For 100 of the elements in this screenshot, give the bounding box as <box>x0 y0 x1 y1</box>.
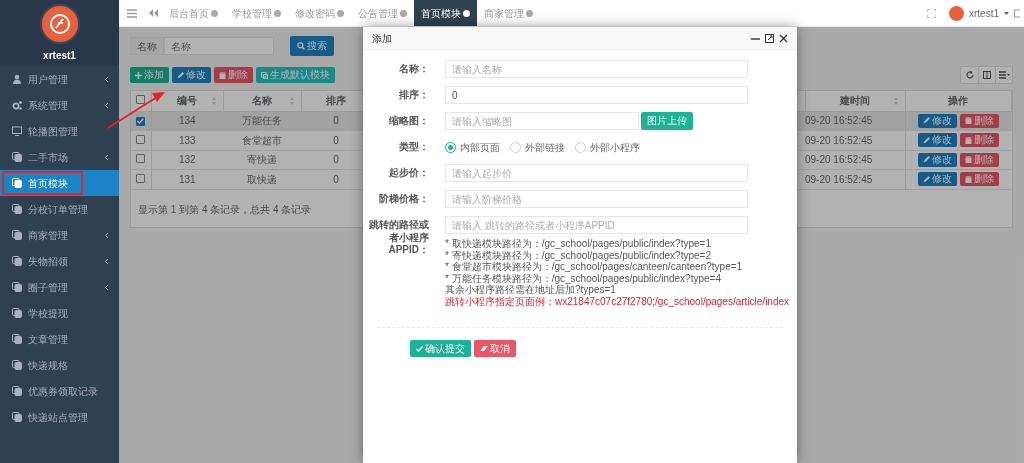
cancel-button[interactable]: 取消 <box>474 340 516 357</box>
search-button[interactable]: 搜索 <box>290 36 334 56</box>
sidebar-item[interactable]: 首页模块 <box>0 170 119 196</box>
sidebar-item[interactable]: 商家管理 <box>0 222 119 248</box>
page-tab[interactable]: 首页模块 <box>414 0 477 26</box>
copy-icon <box>12 282 22 292</box>
table-cell: 09-20 16:52:45 <box>805 134 873 146</box>
field-label: 排序： <box>398 88 429 102</box>
input-field[interactable]: 请输入 跳转的路径或者小程序APPID <box>445 216 748 234</box>
logo-glyph-icon <box>48 13 71 35</box>
input-field[interactable]: 0 <box>445 86 748 104</box>
chevron-icon <box>104 283 109 291</box>
table-cell: 取快递 <box>247 173 277 185</box>
sidebar-item[interactable]: 轮播图管理 <box>0 118 119 144</box>
column-header: 排序 <box>326 94 346 109</box>
toolbar-button[interactable]: 修改 <box>172 67 211 83</box>
submit-button[interactable]: 确认提交 <box>410 340 471 357</box>
copy-icon <box>12 204 22 214</box>
backward-icon[interactable] <box>149 9 158 17</box>
row-checkbox[interactable] <box>136 116 146 126</box>
close-icon[interactable] <box>779 33 788 43</box>
page-tab[interactable]: 商家管理 <box>477 0 540 26</box>
menu-icon[interactable] <box>127 8 137 18</box>
select-all-checkbox[interactable] <box>136 95 146 105</box>
search-label: 名称 <box>130 37 164 55</box>
column-header: 操作 <box>948 94 969 109</box>
sidebar-item[interactable]: 快递站点管理 <box>0 404 119 430</box>
dialog-title: 添加 <box>372 31 392 46</box>
caret-icon[interactable] <box>1004 11 1009 15</box>
table-cell: 万能任务 <box>242 115 282 127</box>
row-checkbox[interactable] <box>136 154 146 164</box>
field-label: 跳转的路径或者小程序APPID： <box>368 218 429 257</box>
row-delete-button[interactable]: 删除 <box>959 172 999 187</box>
sidebar-item[interactable]: 分校订单管理 <box>0 196 119 222</box>
copy-icon <box>12 230 22 240</box>
toolbar-button[interactable]: 添加 <box>130 67 169 83</box>
pencil-icon <box>923 156 931 164</box>
input-field[interactable]: 请输入阶梯价格 <box>445 190 748 208</box>
table-cell: 09-20 16:52:45 <box>805 173 873 185</box>
page-tab[interactable]: 学校管理 <box>225 0 288 26</box>
help-note: * 寄快递模块路径为：/gc_school/pages/public/index?type=2 <box>445 249 711 261</box>
copy-icon <box>12 308 22 318</box>
radio-label[interactable]: 外部链接 <box>525 139 565 155</box>
toolbar-button[interactable]: 生成默认模块 <box>256 67 335 83</box>
maximize-icon[interactable] <box>765 33 774 43</box>
table-cell: 133 <box>178 134 196 146</box>
input-field[interactable]: 请输入名称 <box>445 60 748 78</box>
radio-label[interactable]: 内部页面 <box>460 139 500 155</box>
table-cell: 0 <box>333 154 339 166</box>
row-delete-button[interactable]: 删除 <box>959 133 999 148</box>
page-tab[interactable]: 公告管理 <box>351 0 414 26</box>
input-field[interactable]: 请输入起步价 <box>445 164 748 182</box>
pagination-info: 显示第 1 到第 4 条记录，总共 4 条记录 <box>138 203 312 215</box>
sidebar-item[interactable]: 用户管理 <box>0 66 119 92</box>
sidebar-item[interactable]: 失物招领 <box>0 248 119 274</box>
copy-icon <box>12 360 22 370</box>
field-label: 类型： <box>398 140 429 154</box>
search-field[interactable]: 名称 <box>164 37 274 55</box>
copy-icon <box>12 152 22 162</box>
field-label: 名称： <box>398 62 429 76</box>
radio-label[interactable]: 外部小程序 <box>590 139 640 155</box>
upload-button[interactable]: 图片上传 <box>641 112 693 130</box>
table-cell: 寄快递 <box>247 154 277 166</box>
row-checkbox[interactable] <box>136 134 146 144</box>
row-delete-button[interactable]: 删除 <box>959 152 999 167</box>
trash-icon <box>964 175 972 183</box>
row-edit-button[interactable]: 修改 <box>918 152 958 167</box>
page-tab[interactable]: 修改密码 <box>288 0 351 26</box>
username: xrtest1 <box>43 49 76 63</box>
view-dropdown[interactable] <box>995 67 1012 83</box>
toolbar-button[interactable]: 删除 <box>214 67 253 83</box>
row-delete-button[interactable]: 删除 <box>959 113 999 128</box>
sidebar-item[interactable]: 优惠券领取记录 <box>0 378 119 404</box>
row-edit-button[interactable]: 修改 <box>918 172 958 187</box>
copy-icon <box>12 412 22 422</box>
help-note: * 取快递模块路径为：/gc_school/pages/public/index?type=1 <box>445 238 711 250</box>
sidebar-item[interactable]: 系统管理 <box>0 92 119 118</box>
row-edit-button[interactable]: 修改 <box>918 113 958 128</box>
fullscreen-icon[interactable] <box>927 8 936 18</box>
user-menu[interactable]: xrtest1 <box>969 5 999 21</box>
page-tab[interactable]: 后台首页 <box>162 0 225 26</box>
avatar-icon <box>949 5 964 21</box>
sidebar-item[interactable]: 快递规格 <box>0 352 119 378</box>
column-header: 建时间 <box>840 94 870 109</box>
list-icon <box>998 71 1010 79</box>
layout-icon[interactable] <box>1014 8 1020 18</box>
row-edit-button[interactable]: 修改 <box>918 133 958 148</box>
chevron-icon <box>104 153 109 161</box>
sidebar-item[interactable]: 圈子管理 <box>0 274 119 300</box>
eraser-icon <box>480 345 488 352</box>
sidebar-item[interactable]: 学校提现 <box>0 300 119 326</box>
sidebar-item[interactable]: 文章管理 <box>0 326 119 352</box>
pencil-icon <box>177 71 184 79</box>
sidebar-item[interactable]: 二手市场 <box>0 144 119 170</box>
help-note: 其余小程序路径需在地址后加?types=1 <box>445 284 616 296</box>
gears-icon <box>12 100 22 110</box>
check-icon <box>416 345 423 352</box>
table-cell: 0 <box>333 134 339 146</box>
input-field[interactable]: 请输入缩略图 <box>445 112 639 130</box>
row-checkbox[interactable] <box>136 173 146 183</box>
